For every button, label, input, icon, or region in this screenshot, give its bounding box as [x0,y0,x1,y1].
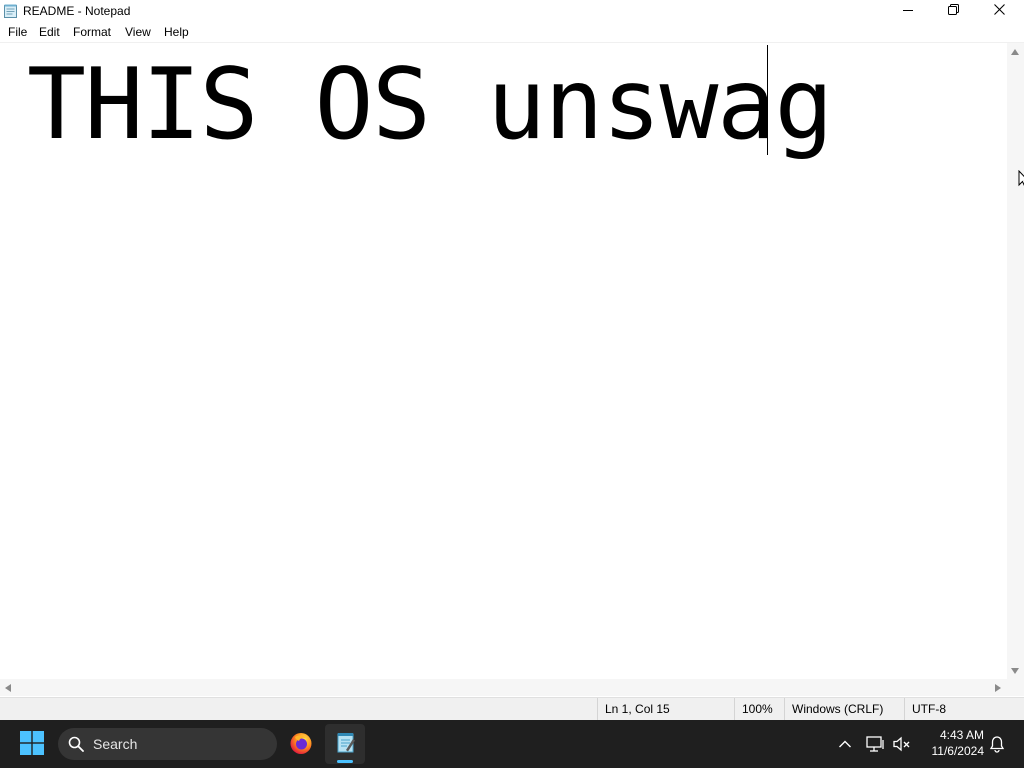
minimize-icon [903,4,913,18]
clock-time: 4:43 AM [939,728,984,742]
notepad-icon [334,731,356,758]
status-zoom: 100% [734,698,784,721]
restore-icon [947,4,959,18]
scroll-right-arrow-icon[interactable] [995,684,1001,692]
text-editor[interactable]: THIS OS unswag [0,43,1007,679]
menu-format[interactable]: Format [73,25,111,39]
search-placeholder: Search [93,736,138,752]
vertical-scrollbar[interactable] [1007,43,1024,679]
horizontal-scrollbar[interactable] [0,679,1007,696]
active-app-indicator [337,760,353,763]
close-button[interactable] [976,0,1022,22]
close-icon [993,4,1005,18]
mouse-pointer-icon [1018,169,1024,191]
restore-button[interactable] [930,0,976,22]
menu-edit[interactable]: Edit [39,25,60,39]
scroll-down-arrow-icon[interactable] [1011,668,1019,674]
status-bar: Ln 1, Col 15 100% Windows (CRLF) UTF-8 [0,697,1024,721]
minimize-button[interactable] [885,0,931,22]
taskbar-clock[interactable]: 4:43 AM 11/6/2024 [922,727,985,759]
chevron-up-icon[interactable] [833,732,857,756]
clock-date: 11/6/2024 [931,744,985,758]
taskbar-search-box[interactable]: Search [58,728,277,760]
windows-start-icon [20,730,44,758]
menu-bar: File Edit Format View Help [0,22,1024,43]
window-title: README - Notepad [23,4,131,18]
text-caret [767,45,768,155]
status-cursor-position: Ln 1, Col 15 [597,698,734,721]
scroll-up-arrow-icon[interactable] [1011,49,1019,55]
volume-muted-icon[interactable] [890,732,914,756]
start-button[interactable] [14,728,50,760]
scrollbar-corner [1007,679,1024,696]
menu-help[interactable]: Help [164,25,189,39]
taskbar-app-firefox[interactable] [281,724,321,764]
taskbar-app-notepad[interactable] [325,724,365,764]
menu-view[interactable]: View [125,25,151,39]
menu-file[interactable]: File [8,25,27,39]
search-icon [68,736,84,755]
title-bar[interactable]: README - Notepad [0,0,1024,22]
network-icon[interactable] [864,732,888,756]
notepad-window: README - Notepad File Edit Format View H… [0,0,1024,721]
firefox-icon [289,731,313,758]
notepad-icon [4,4,17,18]
status-encoding: UTF-8 [904,698,1024,721]
bell-icon[interactable] [985,732,1009,756]
status-line-ending: Windows (CRLF) [784,698,904,721]
scroll-left-arrow-icon[interactable] [5,684,11,692]
editor-content[interactable]: THIS OS unswag [27,50,834,160]
